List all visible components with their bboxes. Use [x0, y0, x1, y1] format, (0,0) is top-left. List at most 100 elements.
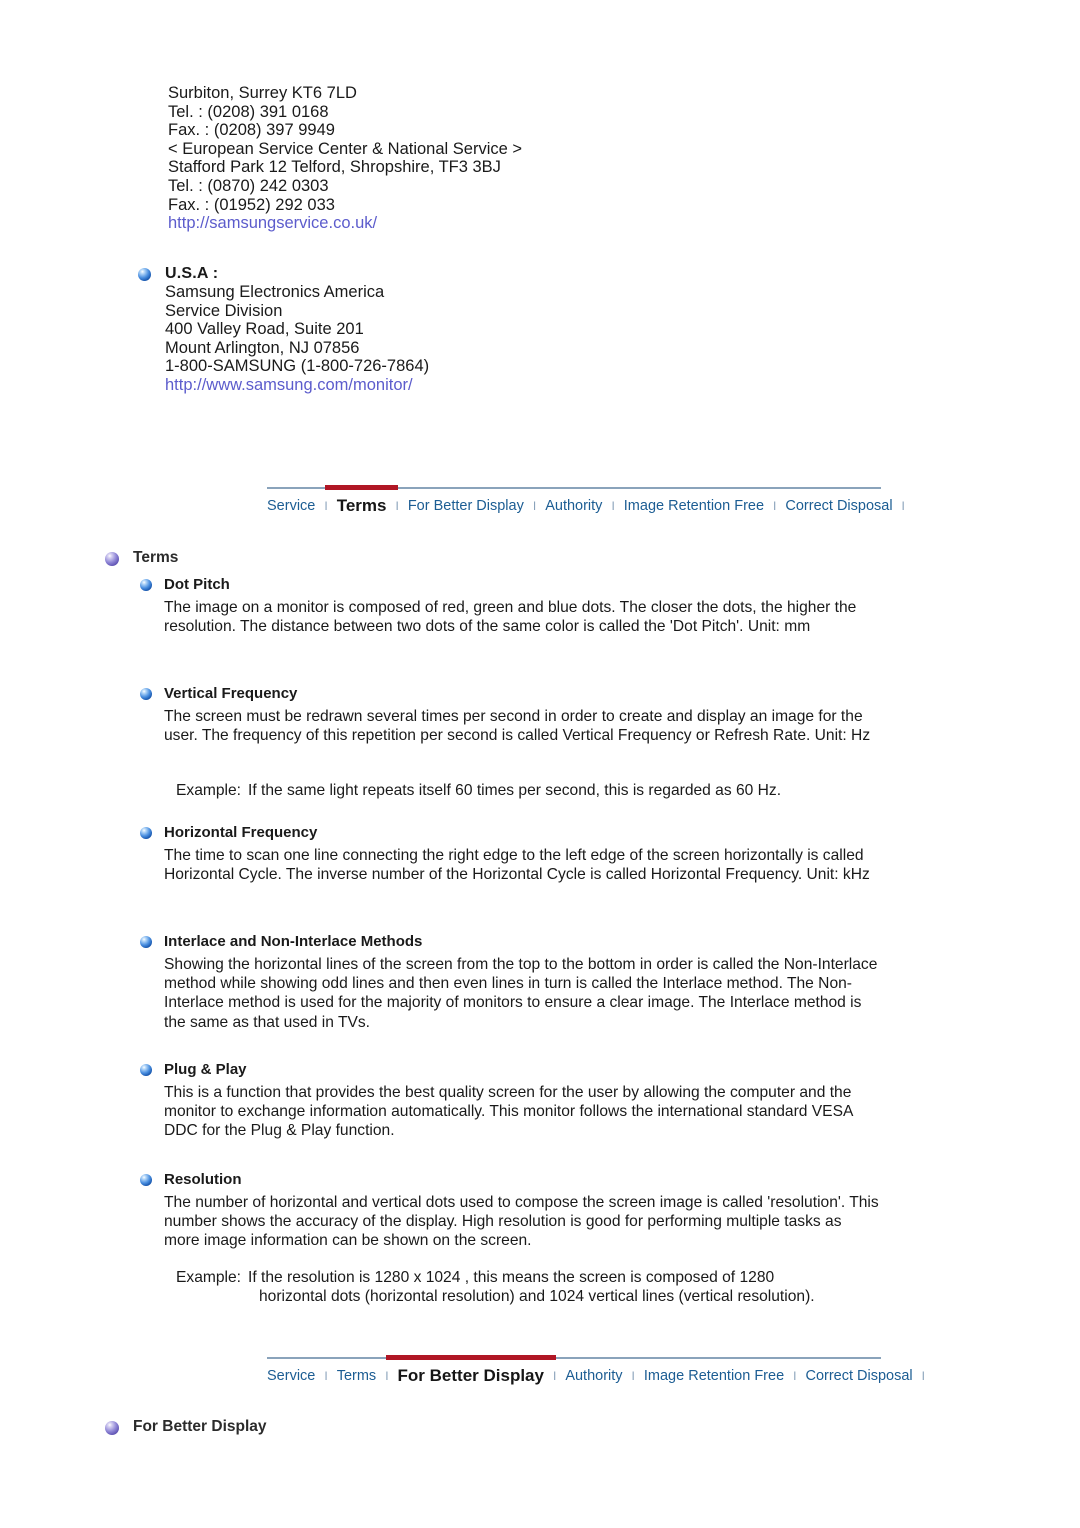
nav-rule	[267, 1355, 881, 1360]
nav-separator: I	[901, 499, 905, 513]
nav-item-image-retention-free[interactable]: Image Retention Free	[644, 1368, 784, 1384]
address-line: Stafford Park 12 Telford, Shropshire, TF…	[168, 158, 501, 177]
nav-separator: I	[631, 1369, 635, 1383]
nav-items-bottom[interactable]: Service I Terms I For Better Display I Authori…	[267, 1359, 925, 1386]
term-title: Resolution	[164, 1171, 242, 1188]
nav-item-for-better-display[interactable]: For Better Display	[398, 1366, 544, 1386]
nav-item-image-retention-free[interactable]: Image Retention Free	[624, 498, 764, 514]
nav-separator: I	[611, 499, 615, 513]
address-line: Fax. : (01952) 292 033	[168, 195, 335, 214]
term-entry-horizontal-frequency: Horizontal Frequency The time to scan on…	[140, 824, 880, 884]
nav-separator: I	[324, 1369, 328, 1383]
nav-active-indicator	[324, 485, 399, 490]
example-resolution: Example: If the resolution is 1280 x 1024…	[176, 1268, 886, 1306]
nav-separator: I	[324, 499, 328, 513]
term-body: The image on a monitor is composed of re…	[164, 598, 880, 636]
term-heading: Horizontal Frequency	[140, 824, 880, 842]
nav-separator: I	[921, 1369, 925, 1383]
address-line: < European Service Center & National Ser…	[168, 139, 523, 158]
term-paragraph: Showing the horizontal lines of the scre…	[164, 956, 878, 1031]
address-line: Service Division	[165, 301, 283, 320]
term-heading: Resolution	[140, 1171, 880, 1189]
address-line: Mount Arlington, NJ 07856	[165, 338, 360, 357]
address-line: 1-800-SAMSUNG (1-800-726-7864)	[165, 357, 430, 376]
nav-item-for-better-display[interactable]: For Better Display	[408, 498, 524, 514]
term-heading: Plug & Play	[140, 1061, 880, 1079]
term-paragraph: The time to scan one line connecting the…	[164, 847, 870, 884]
term-heading: Vertical Frequency	[140, 685, 880, 703]
term-body: The number of horizontal and vertical do…	[164, 1193, 880, 1251]
term-entry-resolution: Resolution The number of horizontal and …	[140, 1171, 880, 1251]
example-text: If the same light repeats itself 60 time…	[248, 782, 782, 799]
term-title: Plug & Play	[164, 1061, 247, 1078]
blue-sphere-bullet-icon	[140, 1064, 152, 1076]
nav-separator: I	[793, 1369, 797, 1383]
usa-title: U.S.A :	[165, 265, 219, 282]
nav-separator: I	[385, 1369, 389, 1383]
nav-items-top[interactable]: Service I Terms I For Better Display I Authori…	[267, 489, 905, 516]
example-label: Example:	[176, 782, 242, 799]
uk-service-url-link[interactable]: http://samsungservice.co.uk/	[168, 214, 868, 233]
nav-item-service[interactable]: Service	[267, 1368, 315, 1384]
address-line: Fax. : (0208) 397 9949	[168, 121, 335, 140]
better-display-section-heading: For Better Display	[105, 1418, 267, 1436]
section-title: For Better Display	[133, 1418, 267, 1435]
usa-address-lines: Samsung Electronics America Service Divi…	[165, 283, 838, 395]
section-nav-bottom[interactable]: Service I Terms I For Better Display I Authori…	[267, 1355, 925, 1386]
term-paragraph: The number of horizontal and vertical do…	[164, 1194, 879, 1250]
term-paragraph: The image on a monitor is composed of re…	[164, 599, 857, 636]
address-line: 400 Valley Road, Suite 201	[165, 320, 364, 339]
term-paragraph: This is a function that provides the bes…	[164, 1084, 853, 1140]
term-entry-plug-and-play: Plug & Play This is a function that prov…	[140, 1061, 880, 1141]
term-heading: Interlace and Non-Interlace Methods	[140, 933, 880, 951]
term-heading: Dot Pitch	[140, 576, 880, 594]
blue-sphere-bullet-icon	[140, 1174, 152, 1186]
address-line: Surbiton, Surrey KT6 7LD	[168, 84, 357, 102]
blue-sphere-bullet-icon	[140, 827, 152, 839]
purple-sphere-bullet-icon	[105, 1421, 119, 1435]
nav-separator: I	[773, 499, 777, 513]
example-text-line1: If the resolution is 1280 x 1024 , this …	[248, 1269, 775, 1286]
term-paragraph: The screen must be redrawn several times…	[164, 708, 871, 745]
nav-item-correct-disposal[interactable]: Correct Disposal	[805, 1368, 912, 1384]
nav-separator: I	[532, 499, 537, 513]
blue-sphere-bullet-icon	[140, 688, 152, 700]
address-line: Tel. : (0870) 242 0303	[168, 176, 329, 195]
section-nav-top[interactable]: Service I Terms I For Better Display I Authori…	[267, 485, 905, 516]
address-line: Samsung Electronics America	[165, 283, 385, 301]
term-body: Showing the horizontal lines of the scre…	[164, 955, 880, 1032]
nav-item-terms[interactable]: Terms	[337, 1368, 376, 1384]
blue-sphere-bullet-icon	[138, 268, 151, 281]
term-title: Vertical Frequency	[164, 685, 298, 702]
term-body: The time to scan one line connecting the…	[164, 846, 880, 884]
usa-heading: U.S.A :	[138, 264, 838, 283]
blue-sphere-bullet-icon	[140, 579, 152, 591]
nav-item-service[interactable]: Service	[267, 498, 315, 514]
term-title: Horizontal Frequency	[164, 824, 318, 841]
nav-active-indicator	[385, 1355, 556, 1360]
term-body: The screen must be redrawn several times…	[164, 707, 880, 745]
term-entry-interlace-methods: Interlace and Non-Interlace Methods Show…	[140, 933, 880, 1032]
section-title: Terms	[133, 549, 179, 566]
nav-item-terms[interactable]: Terms	[337, 496, 387, 516]
usa-monitor-url-link[interactable]: http://www.samsung.com/monitor/	[165, 376, 838, 395]
nav-separator: I	[395, 499, 399, 513]
uk-contact-block: Surbiton, Surrey KT6 7LD Tel. : (0208) 3…	[168, 84, 868, 233]
terms-section-heading: Terms	[105, 549, 178, 567]
example-vertical-frequency: Example: If the same light repeats itself…	[176, 781, 876, 800]
nav-separator: I	[552, 1369, 557, 1383]
nav-item-authority[interactable]: Authority	[545, 498, 602, 514]
term-title: Dot Pitch	[164, 576, 230, 593]
address-line: Tel. : (0208) 391 0168	[168, 102, 329, 121]
nav-item-authority[interactable]: Authority	[565, 1368, 622, 1384]
purple-sphere-bullet-icon	[105, 552, 119, 566]
blue-sphere-bullet-icon	[140, 936, 152, 948]
term-entry-dot-pitch: Dot Pitch The image on a monitor is comp…	[140, 576, 880, 636]
term-body: This is a function that provides the bes…	[164, 1083, 880, 1141]
nav-rule	[267, 485, 881, 490]
usa-contact-block: U.S.A : Samsung Electronics America Serv…	[138, 264, 838, 395]
example-text-line2: horizontal dots (horizontal resolution) …	[259, 1288, 815, 1306]
nav-item-correct-disposal[interactable]: Correct Disposal	[785, 498, 892, 514]
example-label: Example:	[176, 1269, 242, 1286]
term-entry-vertical-frequency: Vertical Frequency The screen must be re…	[140, 685, 880, 745]
